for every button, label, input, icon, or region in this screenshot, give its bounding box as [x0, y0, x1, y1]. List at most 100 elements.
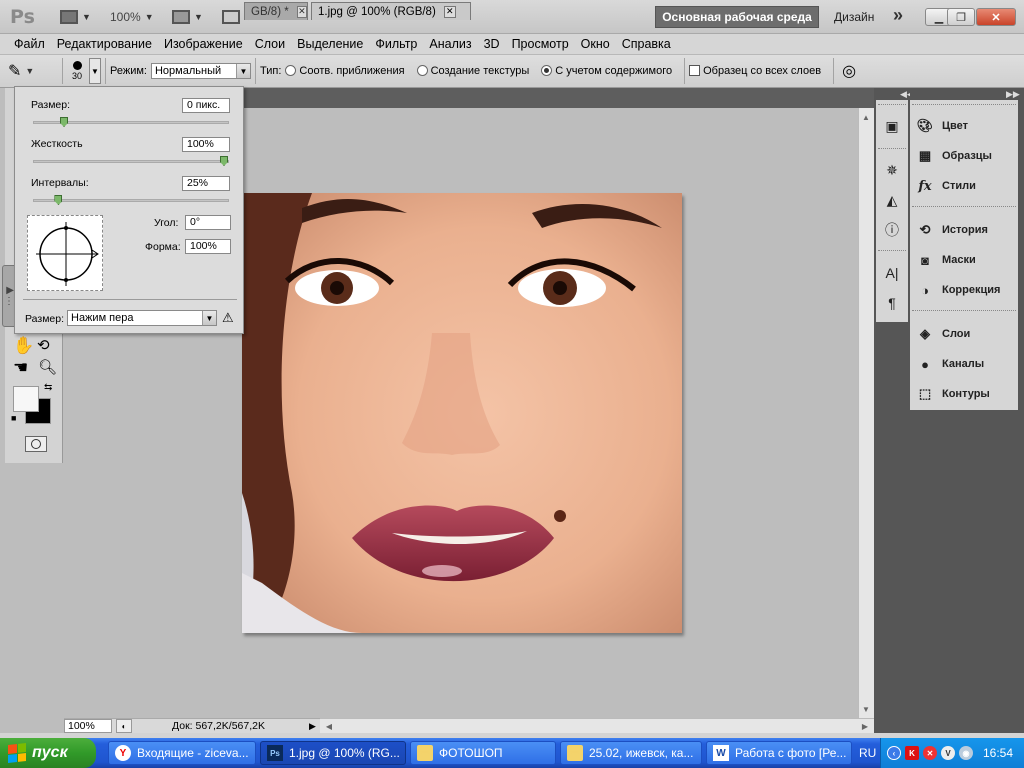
menu-filter[interactable]: Фильтр	[369, 37, 423, 51]
menu-view[interactable]: Просмотр	[506, 37, 575, 51]
swap-colors-icon[interactable]: ⇆	[44, 382, 52, 393]
status-menu-arrow-icon[interactable]: ▶	[309, 721, 316, 732]
spacing-slider[interactable]	[33, 195, 229, 205]
taskbar-item-folder-izhevsk[interactable]: ▭ 25.02, ижевск, ка...	[560, 741, 702, 765]
actions-icon[interactable]: ✵	[882, 160, 902, 180]
clock[interactable]: 16:54	[983, 746, 1013, 760]
lasso-icon[interactable]: ✋	[13, 336, 34, 356]
panel-paths[interactable]: ⬚ Контуры	[916, 383, 990, 405]
menu-edit[interactable]: Редактирование	[51, 37, 158, 51]
panel-layers[interactable]: ◈ Слои	[916, 323, 970, 345]
zoom-tool-icon[interactable]: 🔍︎	[38, 358, 57, 376]
panel-history[interactable]: ⟲ История	[916, 219, 988, 241]
sample-all-layers-checkbox[interactable]: Образец со всех слоев	[689, 65, 821, 77]
scroll-down-icon[interactable]: ▼	[859, 702, 873, 716]
panel-channels[interactable]: ● Каналы	[916, 353, 984, 375]
brush-tip-preview-icon	[36, 222, 99, 286]
scroll-right-icon[interactable]: ▶	[858, 719, 872, 733]
close-button[interactable]: ✕	[976, 8, 1016, 26]
menu-window[interactable]: Окно	[575, 37, 616, 51]
workspace-essentials-button[interactable]: Основная рабочая среда	[655, 6, 819, 28]
zoom-level-menu[interactable]: 100% ▼	[110, 8, 154, 26]
network-icon[interactable]: ◉	[959, 746, 973, 760]
menu-image[interactable]: Изображение	[158, 37, 249, 51]
type-create-texture[interactable]: Создание текстуры	[416, 65, 529, 77]
menu-file[interactable]: Файл	[8, 37, 51, 51]
mode-select[interactable]: Нормальный ▼	[150, 63, 251, 79]
canvas-image[interactable]	[242, 193, 682, 633]
size-slider[interactable]	[33, 117, 229, 127]
info-icon[interactable]: ⓘ	[882, 220, 902, 240]
type-label: Тип:	[259, 65, 282, 77]
navigator-icon[interactable]: ▣	[882, 116, 902, 136]
close-tab-icon[interactable]: ✕	[296, 5, 307, 18]
workspace-design-button[interactable]: Дизайн	[834, 10, 874, 24]
histogram-icon[interactable]: ◭	[882, 190, 902, 210]
menu-3d[interactable]: 3D	[478, 37, 506, 51]
vertical-scrollbar[interactable]: ▲ ▼	[858, 108, 874, 718]
hand-tool-icon[interactable]: ☚	[13, 358, 28, 378]
pen-pressure-select[interactable]: Нажим пера ▼	[67, 310, 217, 326]
language-indicator[interactable]: RU	[859, 746, 876, 760]
rotate-view-icon[interactable]: ⟲	[37, 336, 50, 354]
menu-analysis[interactable]: Анализ	[423, 37, 477, 51]
dock-icon-column: ▣ ✵ ◭ ⓘ A| ¶	[876, 100, 908, 322]
task-label: Входящие - ziceva...	[137, 746, 249, 760]
start-button[interactable]: пуск	[0, 738, 96, 768]
panel-styles[interactable]: fx Стили	[916, 175, 976, 197]
pressure-size-icon[interactable]: ◎	[842, 61, 856, 81]
tray-arrow-icon[interactable]: ‹	[887, 746, 901, 760]
roundness-input[interactable]: 100%	[185, 239, 231, 254]
panel-masks[interactable]: ◙ Маски	[916, 249, 976, 271]
hardness-slider-thumb[interactable]	[220, 156, 228, 166]
taskbar-item-photoshop[interactable]: Ps 1.jpg @ 100% (RG...	[260, 741, 406, 765]
size-input[interactable]: 0 пикс.	[182, 98, 230, 113]
taskbar-item-word[interactable]: W Работа с фото [Ре...	[706, 741, 852, 765]
menu-help[interactable]: Справка	[616, 37, 677, 51]
adjustment-icon: ◑	[921, 282, 929, 298]
tab-document-2[interactable]: 1.jpg @ 100% (RGB/8) ✕	[311, 2, 471, 20]
menu-layers[interactable]: Слои	[249, 37, 291, 51]
angle-input[interactable]: 0°	[185, 215, 231, 230]
menu-select[interactable]: Выделение	[291, 37, 369, 51]
quick-mask-button[interactable]	[25, 436, 47, 452]
radio-icon	[285, 65, 297, 76]
antivirus-icon[interactable]: K	[905, 746, 919, 760]
scroll-left-icon[interactable]: ◀	[322, 719, 336, 733]
zoom-level: 100%	[110, 10, 141, 24]
brush-picker-dropdown[interactable]: ▼	[89, 58, 101, 84]
chevron-down-icon: ▼	[82, 12, 91, 22]
restore-button[interactable]: ❐	[947, 8, 975, 26]
brush-angle-preview[interactable]	[27, 215, 103, 291]
hardness-input[interactable]: 100%	[182, 137, 230, 152]
spacing-slider-thumb[interactable]	[54, 195, 63, 205]
paragraph-icon[interactable]: ¶	[882, 293, 902, 313]
panel-adjustments[interactable]: ◑ Коррекция	[916, 279, 1000, 301]
zoom-field[interactable]: 100%	[64, 719, 112, 733]
panel-color[interactable]: 🎨︎ Цвет	[916, 115, 968, 137]
type-content-aware[interactable]: С учетом содержимого	[541, 65, 672, 77]
brush-picker[interactable]: 30	[67, 61, 87, 81]
arrange-documents-button[interactable]: ▼	[172, 8, 203, 26]
spacing-input[interactable]: 25%	[182, 176, 230, 191]
taskbar-item-mail[interactable]: Y Входящие - ziceva...	[108, 741, 256, 765]
tool-preset-picker[interactable]: ✎ ▼	[8, 61, 58, 81]
size-slider-thumb[interactable]	[60, 117, 69, 127]
hardness-slider[interactable]	[33, 156, 229, 166]
default-colors-icon[interactable]: ■	[11, 413, 16, 423]
menu-bar: Файл Редактирование Изображение Слои Выд…	[0, 34, 1024, 54]
scroll-up-icon[interactable]: ▲	[859, 110, 873, 124]
panel-swatches[interactable]: ▦ Образцы	[916, 145, 992, 167]
taskbar-item-folder-photoshop[interactable]: ▭ ФОТОШОП	[410, 741, 556, 765]
tray-app-icon[interactable]: ✕	[923, 746, 937, 760]
character-icon[interactable]: A|	[882, 263, 902, 283]
expand-dock-icon[interactable]: ▶▶	[1006, 89, 1020, 100]
close-tab-icon[interactable]: ✕	[443, 5, 456, 18]
volume-icon[interactable]: V	[941, 746, 955, 760]
type-proximity-match[interactable]: Соотв. приближения	[285, 65, 405, 77]
launch-bridge-button[interactable]: ▼	[60, 8, 91, 26]
more-workspaces-icon[interactable]: »	[893, 5, 903, 26]
tab-document-1[interactable]: GB/8) * ✕	[244, 2, 308, 20]
horizontal-scrollbar[interactable]: ◀ ▶	[320, 718, 874, 733]
status-options-icon[interactable]: ◐	[116, 719, 132, 733]
